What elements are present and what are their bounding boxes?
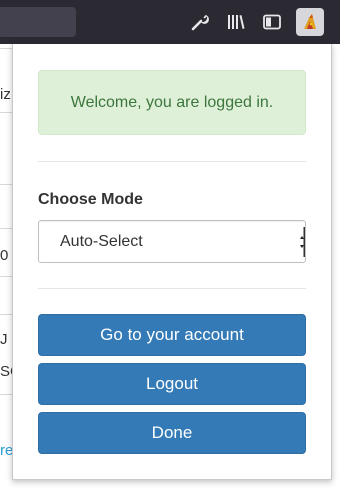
done-button[interactable]: Done (38, 412, 306, 454)
logout-label: Logout (146, 374, 198, 393)
popup-divider (38, 288, 306, 289)
welcome-alert: Welcome, you are logged in. (38, 70, 306, 135)
library-button[interactable] (222, 8, 250, 36)
done-label: Done (151, 423, 193, 442)
wrench-button[interactable] (186, 8, 214, 36)
popup-divider (38, 161, 306, 162)
go-to-account-label: Go to your account (100, 325, 244, 344)
url-bar[interactable] (0, 7, 76, 37)
logout-button[interactable]: Logout (38, 363, 306, 405)
choose-mode-label: Choose Mode (38, 191, 143, 208)
sidebar-icon (263, 14, 281, 30)
welcome-message: Welcome, you are logged in. (70, 93, 274, 111)
extension-icon (304, 14, 316, 29)
select-arrows-icon (300, 227, 305, 257)
library-icon (228, 15, 245, 29)
sidebar-button[interactable] (258, 8, 286, 36)
extension-popup: Welcome, you are logged in. Choose Mode … (12, 44, 332, 480)
go-to-account-button[interactable]: Go to your account (38, 314, 306, 356)
wrench-icon (191, 15, 209, 31)
extension-button[interactable] (296, 8, 324, 36)
mode-select-value: Auto-Select (60, 233, 143, 250)
mode-select[interactable]: Auto-Select (38, 220, 306, 263)
browser-toolbar (0, 0, 340, 44)
